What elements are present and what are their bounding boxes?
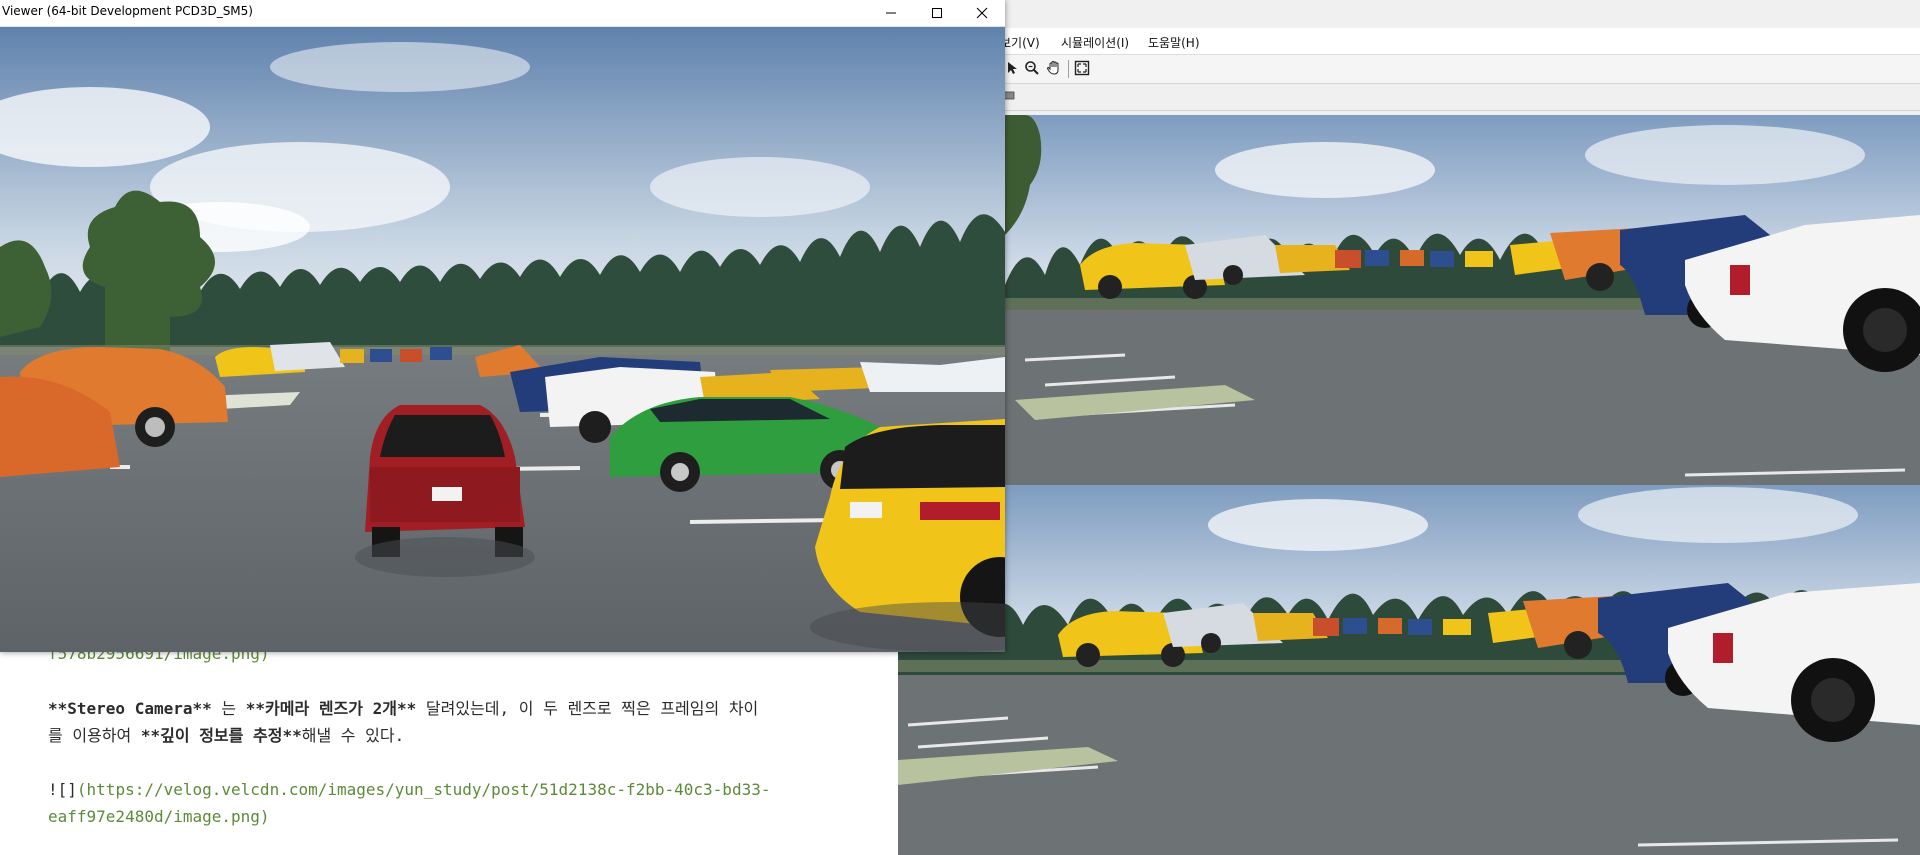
menu-help[interactable]: 도움말(H)	[1148, 34, 1200, 51]
markdown-editor[interactable]: f578b2956691/image.png) **Stereo Camera*…	[0, 640, 898, 855]
toolbar	[898, 55, 1920, 84]
editor-image-marker: ![]	[48, 780, 77, 799]
stereo-camera-right-view[interactable]	[898, 485, 1920, 855]
menu-bar: 보기(V) 시뮬레이션(I) 도움말(H)	[898, 28, 1920, 55]
simulation-3d-viewport[interactable]	[0, 27, 1005, 652]
viewer-window-title: Viewer (64-bit Development PCD3D_SM5)	[2, 4, 253, 18]
minimize-icon[interactable]	[868, 0, 914, 26]
toolbar-separator	[1068, 60, 1069, 78]
editor-line-stereo: **Stereo Camera** 는 **카메라 렌즈가 2개** 달려있는데…	[48, 695, 758, 722]
maximize-icon[interactable]	[914, 0, 960, 26]
pan-hand-icon[interactable]	[1044, 58, 1064, 78]
editor-bold-stereo-camera: **Stereo Camera**	[48, 699, 212, 718]
viewer-window: Viewer (64-bit Development PCD3D_SM5)	[0, 0, 1005, 652]
stereo-camera-left-view[interactable]	[1005, 115, 1920, 485]
pointer-icon[interactable]	[1002, 58, 1022, 78]
editor-line-depth: 를 이용하여 **깊이 정보를 추정**해낼 수 있다.	[48, 722, 404, 749]
editor-text: 를 이용하여	[48, 726, 141, 745]
menu-view[interactable]: 보기(V)	[1000, 34, 1040, 51]
zoom-in-icon[interactable]	[1022, 58, 1042, 78]
viewer-title-bar[interactable]: Viewer (64-bit Development PCD3D_SM5)	[0, 0, 1005, 27]
editor-line-url-end: eaff97e2480d/image.png)	[48, 807, 270, 826]
editor-text: 해낼 수 있다.	[301, 726, 405, 745]
editor-image-url[interactable]: (https://velog.velcdn.com/images/yun_stu…	[77, 780, 771, 799]
secondary-toolbar	[898, 84, 1920, 111]
editor-bold-depth: **깊이 정보를 추정**	[140, 726, 302, 745]
fit-to-view-icon[interactable]	[1072, 58, 1092, 78]
editor-text: 는	[211, 699, 246, 718]
editor-text: 달려있는데, 이 두 렌즈로 찍은 프레임의 차이	[416, 699, 759, 718]
simulation-app-window: 보기(V) 시뮬레이션(I) 도움말(H)	[898, 0, 1920, 855]
editor-line-image-link: ![](https://velog.velcdn.com/images/yun_…	[48, 776, 770, 803]
editor-bold-two-lenses: **카메라 렌즈가 2개**	[245, 699, 417, 718]
close-icon[interactable]	[959, 0, 1005, 26]
menu-simulation[interactable]: 시뮬레이션(I)	[1061, 34, 1129, 51]
